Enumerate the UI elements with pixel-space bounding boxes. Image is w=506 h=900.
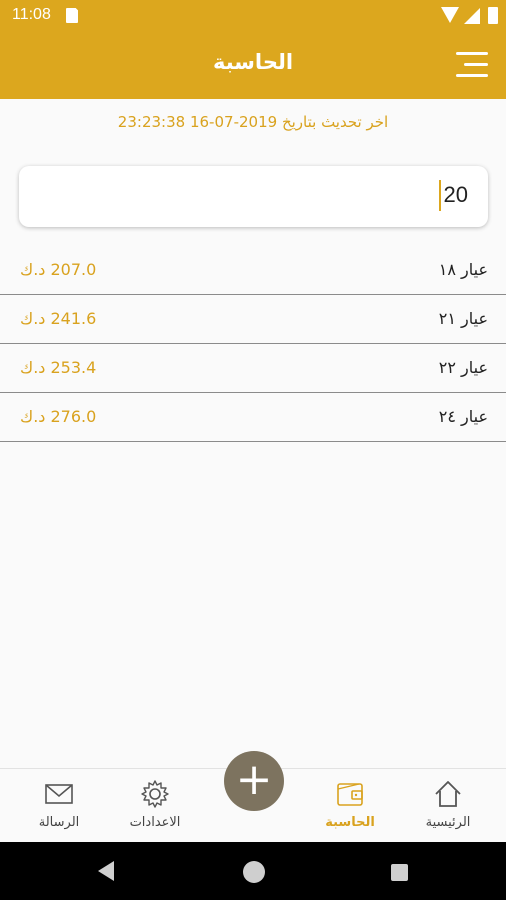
- karat-row-18: عيار ١٨ 207.0 د.ك: [0, 246, 506, 295]
- signal-icon: [464, 8, 480, 24]
- system-navigation-bar: [0, 842, 506, 900]
- envelope-icon: [45, 784, 73, 804]
- wifi-icon: [441, 7, 459, 23]
- recent-apps-icon[interactable]: [391, 864, 408, 881]
- sim-card-icon: [66, 8, 78, 23]
- nav-item-calculator[interactable]: الحاسبة: [305, 769, 395, 843]
- amount-value[interactable]: 20: [444, 182, 468, 208]
- nav-label-home: الرئيسية: [425, 815, 471, 830]
- karat-name: عيار ١٨: [438, 260, 488, 279]
- nav-label-settings: الاعدادات: [129, 815, 181, 830]
- karat-name: عيار ٢٢: [438, 358, 488, 377]
- home-circle-icon[interactable]: [243, 861, 265, 883]
- status-time: 11:08: [12, 6, 51, 23]
- menu-icon[interactable]: [456, 52, 488, 78]
- app-bar: الحاسبة: [0, 32, 506, 99]
- karat-row-24: عيار ٢٤ 276.0 د.ك: [0, 393, 506, 442]
- gear-icon: [141, 780, 169, 808]
- nav-item-message[interactable]: الرسالة: [14, 769, 104, 843]
- nav-label-message: الرسالة: [38, 815, 80, 830]
- battery-icon: [488, 7, 498, 24]
- karat-row-22: عيار ٢٢ 253.4 د.ك: [0, 344, 506, 393]
- last-update-text: اخر تحديث بتاريخ 2019-07-16 23:23:38: [117, 113, 389, 131]
- text-caret: [439, 180, 441, 211]
- back-icon[interactable]: [98, 861, 114, 881]
- karat-price: 253.4 د.ك: [20, 358, 97, 377]
- add-button[interactable]: +: [224, 751, 284, 811]
- karat-price: 276.0 د.ك: [20, 407, 97, 426]
- nav-label-calculator: الحاسبة: [325, 815, 375, 830]
- karat-name: عيار ٢١: [438, 309, 488, 328]
- amount-input[interactable]: 20: [19, 166, 488, 227]
- karat-price: 207.0 د.ك: [20, 260, 97, 279]
- karat-price: 241.6 د.ك: [20, 309, 97, 328]
- karat-name: عيار ٢٤: [438, 407, 488, 426]
- home-icon: [435, 781, 461, 807]
- nav-item-settings[interactable]: الاعدادات: [110, 769, 200, 843]
- nav-item-home[interactable]: الرئيسية: [403, 769, 493, 843]
- status-bar: 11:08: [0, 0, 506, 32]
- karat-row-21: عيار ٢١ 241.6 د.ك: [0, 295, 506, 344]
- wallet-icon: [337, 783, 363, 806]
- page-title: الحاسبة: [212, 50, 294, 74]
